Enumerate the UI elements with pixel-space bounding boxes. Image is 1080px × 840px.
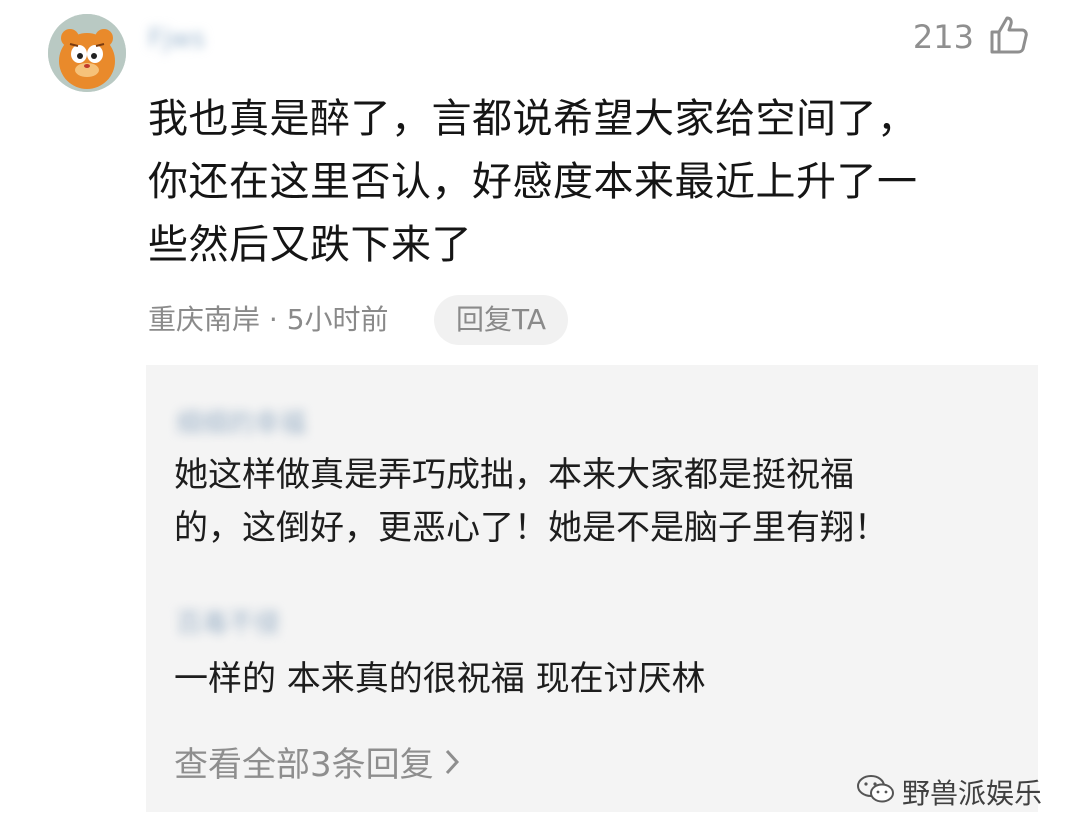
replies-container: 细细的幸福 她这样做真是弄巧成拙，本来大家都是挺祝福 的，这倒好，更恶心了！她是…	[146, 365, 1038, 812]
like-count: 213	[912, 18, 974, 56]
wechat-icon	[856, 773, 896, 812]
reply-text: 一样的 本来真的很祝福 现在讨厌林	[174, 653, 706, 706]
comment-text-line: 我也真是醉了，言都说希望大家给空间了，	[148, 96, 918, 142]
reply-text-line: 她这样做真是弄巧成拙，本来大家都是挺祝福	[174, 455, 854, 495]
view-all-label: 查看全部3条回复	[174, 745, 434, 785]
comment-meta: 重庆南岸 · 5小时前	[148, 303, 389, 336]
avatar[interactable]	[48, 14, 126, 92]
comment-text: 我也真是醉了，言都说希望大家给空间了， 你还在这里否认，好感度本来最近上升了一 …	[148, 88, 1048, 277]
reply-author[interactable]: 细细的幸福	[176, 403, 306, 440]
chevron-right-icon	[444, 745, 460, 785]
reply-button[interactable]: 回复TA	[434, 295, 569, 345]
comment-text-line: 你还在这里否认，好感度本来最近上升了一	[148, 159, 918, 205]
view-all-replies-link[interactable]: 查看全部3条回复	[174, 737, 460, 786]
comment-text-line: 些然后又跌下来了	[148, 222, 472, 268]
reply-author[interactable]: 百毒不侵	[176, 603, 280, 640]
reply-text: 她这样做真是弄巧成拙，本来大家都是挺祝福 的，这倒好，更恶心了！她是不是脑子里有…	[174, 449, 888, 555]
thumbs-up-icon[interactable]	[988, 14, 1030, 56]
garfield-avatar-image	[48, 14, 126, 92]
watermark-label: 野兽派娱乐	[901, 777, 1042, 810]
reply-text-line: 一样的 本来真的很祝福 现在讨厌林	[174, 659, 706, 699]
reply-text-line: 的，这倒好，更恶心了！她是不是脑子里有翔！	[174, 508, 888, 548]
watermark: 野兽派娱乐	[856, 772, 1042, 812]
comment-username[interactable]: Fjws	[148, 24, 205, 54]
